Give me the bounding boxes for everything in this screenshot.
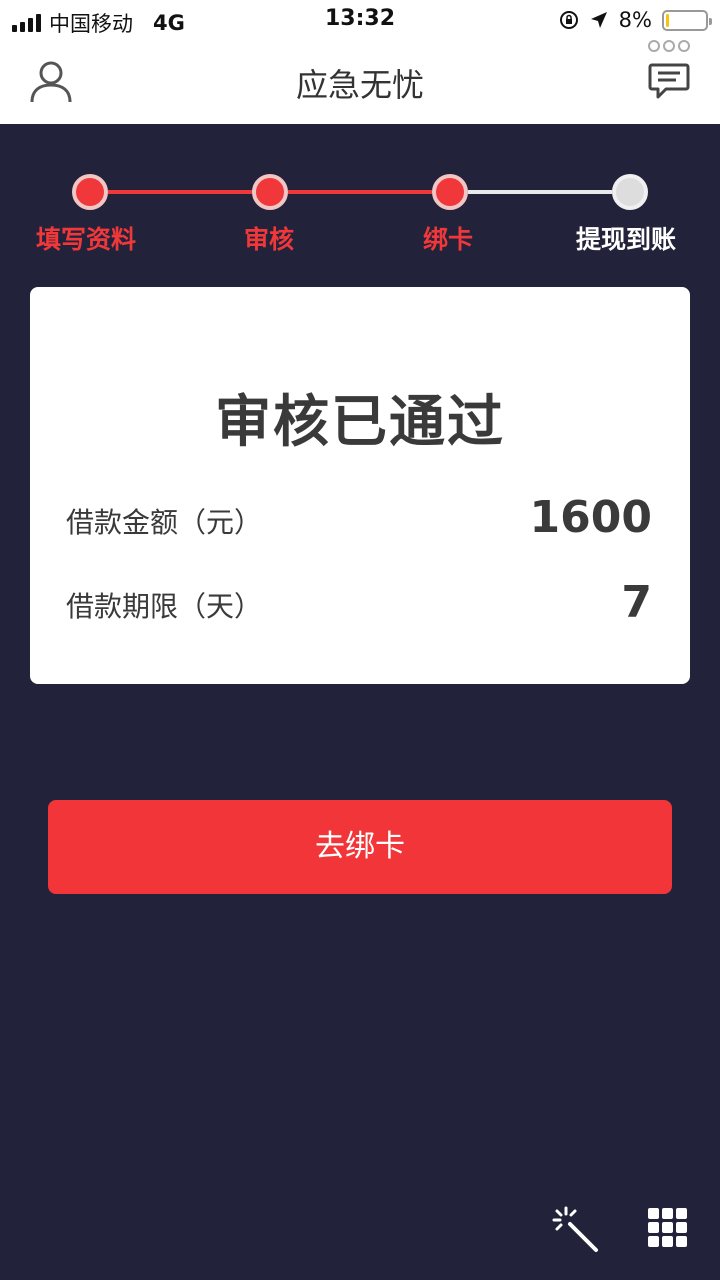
rotation-lock-icon <box>559 11 578 29</box>
app-header: 应急无忧 <box>0 40 720 124</box>
review-result-card: 审核已通过 借款金额（元） 1600 借款期限（天） 7 <box>30 287 690 684</box>
battery-icon <box>662 9 712 31</box>
step-dot-withdraw <box>612 174 648 210</box>
step-label-bind-card: 绑卡 <box>423 225 474 254</box>
review-status-title: 审核已通过 <box>215 390 505 455</box>
step-dot-review <box>252 174 288 210</box>
step-line-1 <box>108 190 252 194</box>
loan-term-value: 7 <box>621 577 652 628</box>
loan-amount-value: 1600 <box>529 492 652 543</box>
magic-wand-icon[interactable] <box>552 1206 600 1254</box>
step-line-2 <box>288 190 432 194</box>
status-right: 8% <box>559 8 712 32</box>
step-line-3 <box>468 190 612 194</box>
loan-term-label: 借款期限（天） <box>66 590 263 623</box>
message-icon[interactable] <box>648 62 690 100</box>
bind-card-button[interactable]: 去绑卡 <box>48 800 672 894</box>
step-dot-bind-card <box>432 174 468 210</box>
battery-percent: 8% <box>618 8 652 32</box>
loan-amount-label: 借款金额（元） <box>66 506 263 539</box>
keypad-grid-icon[interactable] <box>648 1208 688 1248</box>
step-dot-fill-info <box>72 174 108 210</box>
battery-level <box>666 13 669 27</box>
more-icon[interactable] <box>648 40 690 52</box>
location-arrow-icon <box>590 12 607 28</box>
status-bar: 中国移动 4G 13:32 8% <box>0 0 720 40</box>
step-label-withdraw: 提现到账 <box>576 225 677 254</box>
step-label-fill-info: 填写资料 <box>36 225 137 254</box>
progress-steps: 填写资料 审核 绑卡 提现到账 <box>0 124 720 274</box>
page-title: 应急无忧 <box>295 66 424 104</box>
step-label-review: 审核 <box>244 225 295 254</box>
